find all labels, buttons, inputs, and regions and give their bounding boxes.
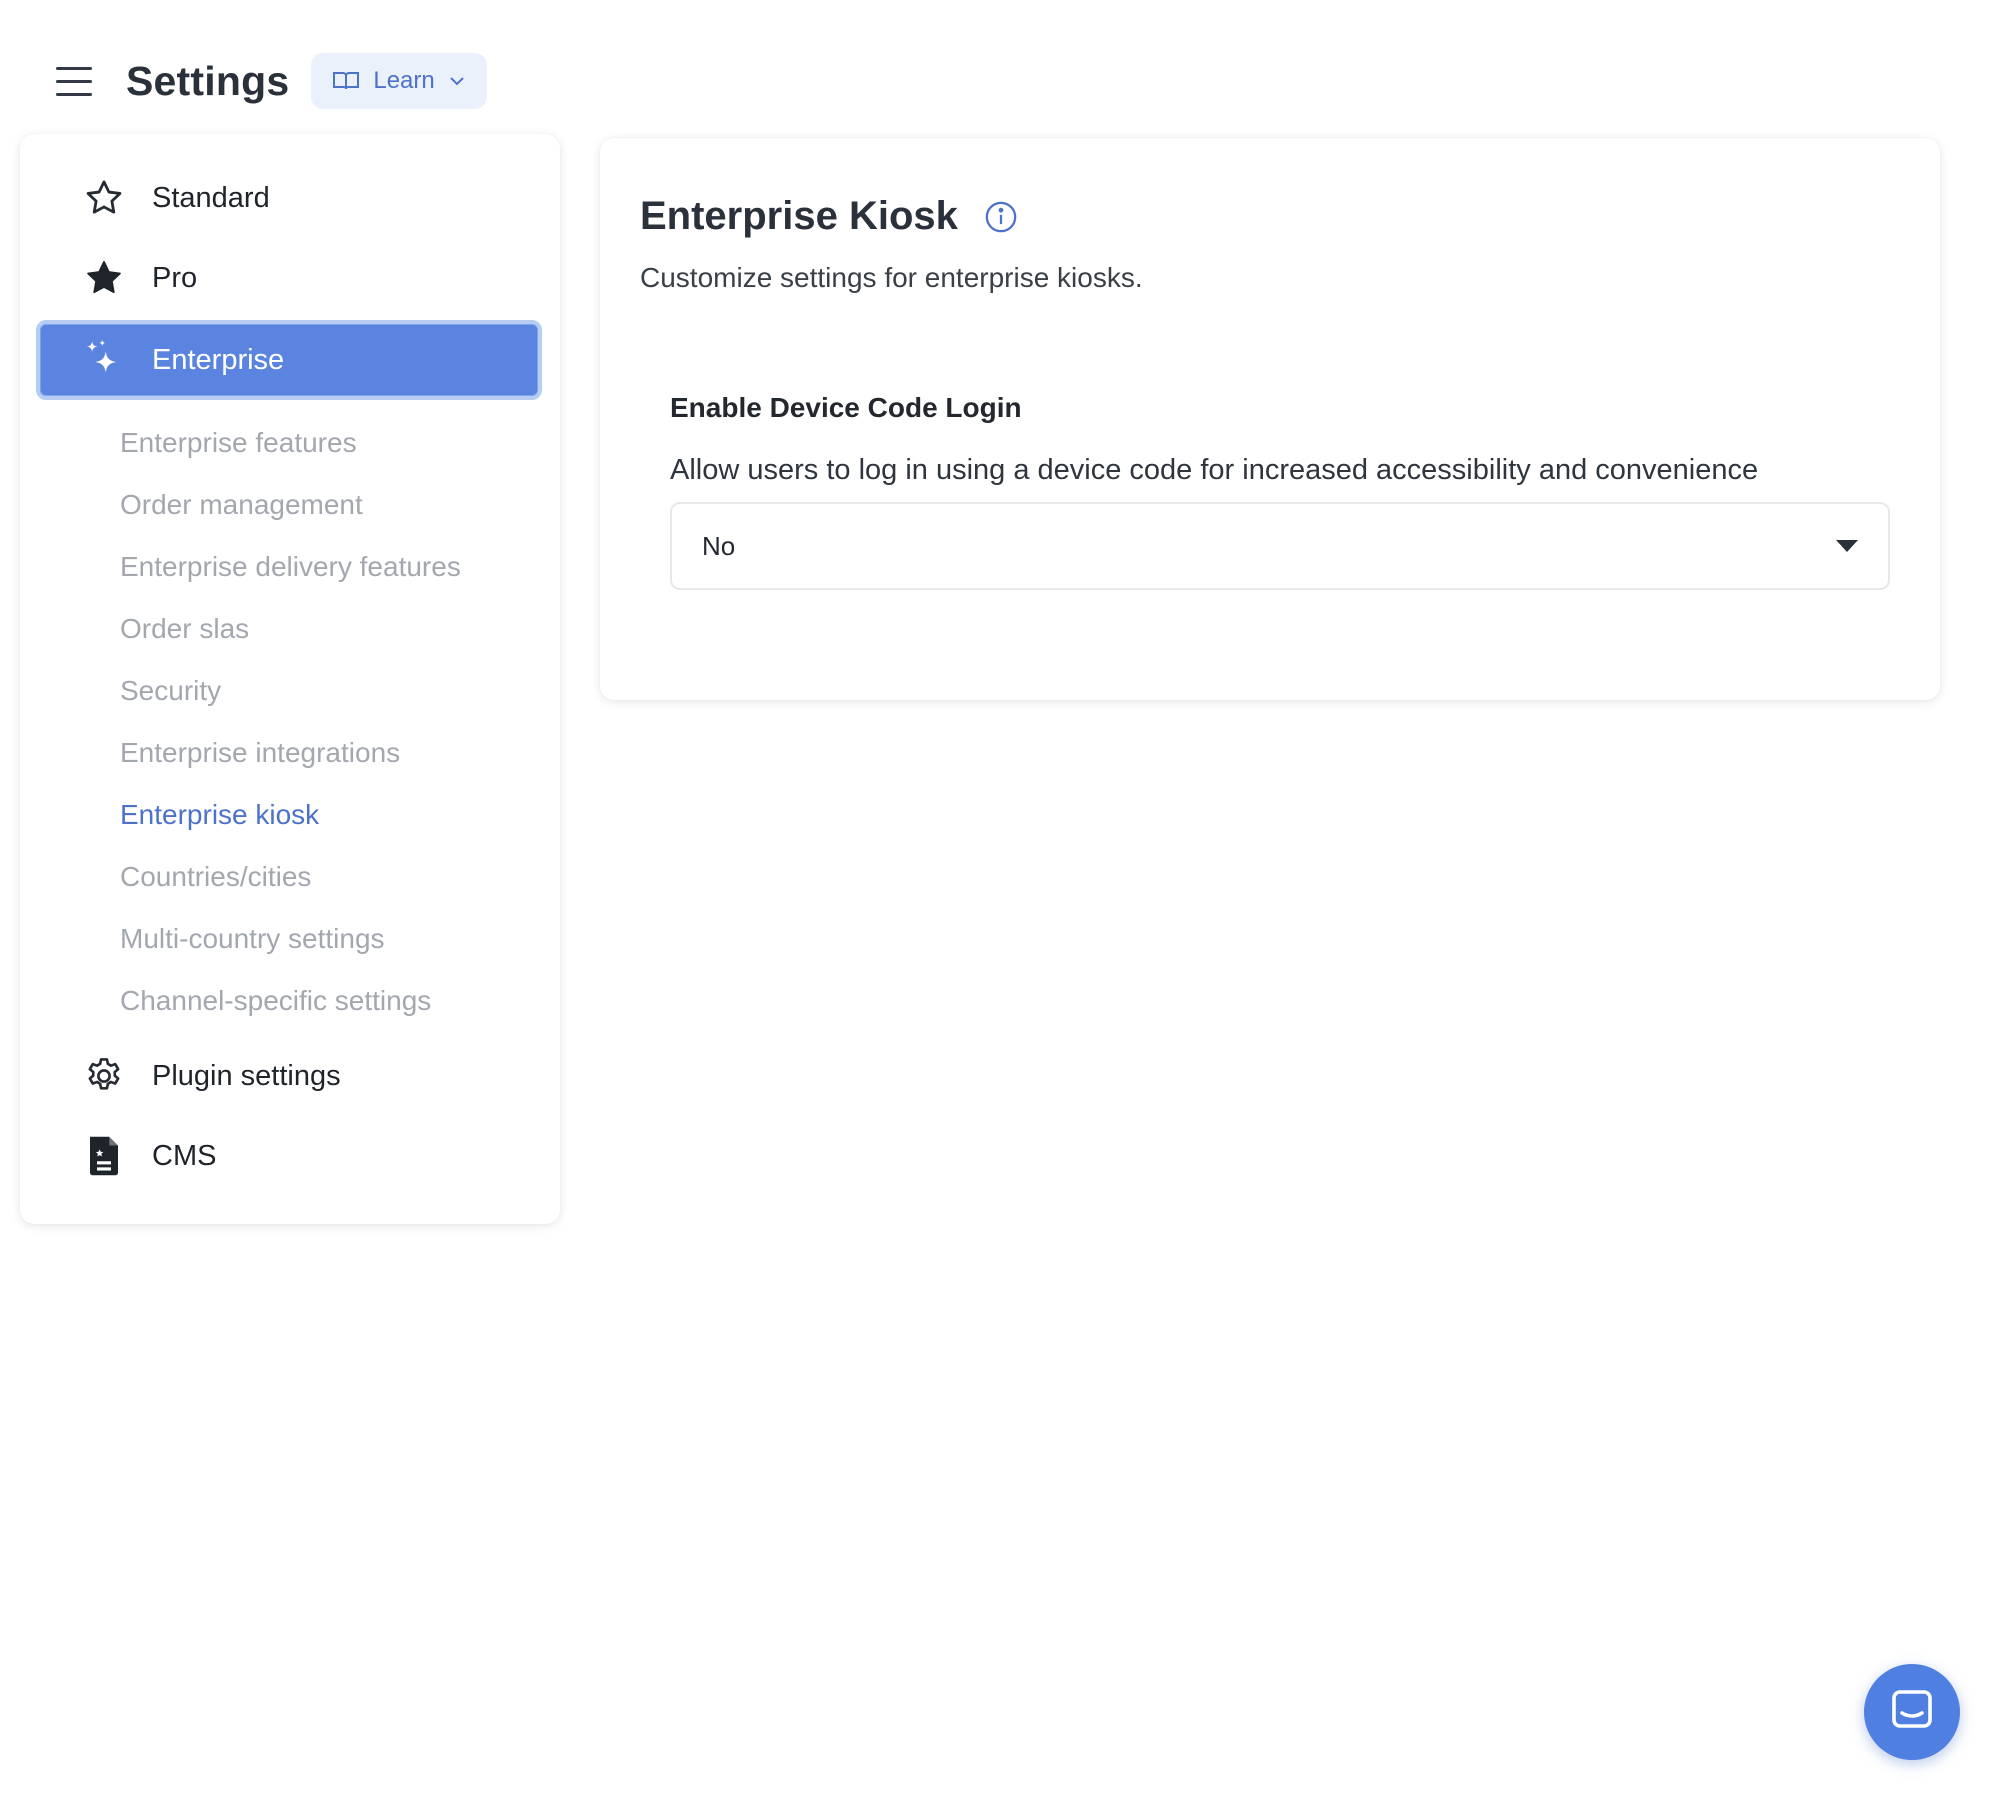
device-code-login-label: Enable Device Code Login	[670, 392, 1022, 423]
chat-launcher-button[interactable]	[1864, 1664, 1960, 1760]
learn-label: Learn	[373, 67, 435, 94]
enterprise-kiosk-card: Enterprise Kiosk Customize settings for …	[600, 138, 1940, 700]
sub-item-multi-country-settings[interactable]: Multi-country settings	[120, 908, 540, 970]
sidebar-item-enterprise[interactable]: Enterprise	[36, 320, 542, 400]
settings-sidebar: Standard Pro Enterprise Enterprise featu…	[20, 134, 560, 1224]
page-title: Settings	[126, 57, 290, 104]
chat-icon	[1888, 1686, 1936, 1739]
chevron-down-icon	[449, 76, 465, 86]
sidebar-item-cms[interactable]: CMS	[36, 1120, 542, 1192]
sub-item-channel-specific-settings[interactable]: Channel-specific settings	[120, 970, 540, 1032]
learn-button[interactable]: Learn	[311, 53, 487, 109]
enterprise-sub-menu: Enterprise features Order management Ent…	[120, 412, 540, 1032]
card-subtitle: Customize settings for enterprise kiosks…	[640, 262, 1143, 293]
select-value: No	[702, 530, 736, 561]
card-title: Enterprise Kiosk	[640, 194, 958, 238]
sidebar-item-pro[interactable]: Pro	[36, 242, 542, 314]
device-code-login-select[interactable]: No	[670, 502, 1890, 590]
sub-item-enterprise-features[interactable]: Enterprise features	[120, 412, 540, 474]
device-code-login-description: Allow users to log in using a device cod…	[670, 454, 1759, 486]
info-icon[interactable]	[984, 200, 1018, 234]
gear-icon	[82, 1054, 126, 1098]
hamburger-menu-icon[interactable]	[56, 63, 92, 99]
sub-item-countries-cities[interactable]: Countries/cities	[120, 846, 540, 908]
header: Settings Learn	[56, 52, 487, 110]
sidebar-item-label: Enterprise	[152, 343, 285, 376]
sidebar-item-label: Plugin settings	[152, 1059, 341, 1092]
sidebar-item-label: Pro	[152, 261, 198, 294]
sub-item-enterprise-kiosk[interactable]: Enterprise kiosk	[120, 784, 540, 846]
sub-item-security[interactable]: Security	[120, 660, 540, 722]
sub-item-enterprise-integrations[interactable]: Enterprise integrations	[120, 722, 540, 784]
star-filled-icon	[82, 256, 126, 300]
caret-down-icon	[1836, 540, 1858, 552]
sub-item-order-slas[interactable]: Order slas	[120, 598, 540, 660]
document-icon	[82, 1134, 126, 1178]
sparkles-icon	[82, 338, 126, 382]
sidebar-item-label: Standard	[152, 181, 270, 214]
sub-item-order-management[interactable]: Order management	[120, 474, 540, 536]
sub-item-enterprise-delivery-features[interactable]: Enterprise delivery features	[120, 536, 540, 598]
sidebar-item-label: CMS	[152, 1139, 217, 1172]
card-header: Enterprise Kiosk	[640, 194, 1018, 239]
sidebar-item-standard[interactable]: Standard	[36, 162, 542, 234]
sidebar-item-plugin-settings[interactable]: Plugin settings	[36, 1040, 542, 1112]
star-outline-icon	[82, 176, 126, 220]
settings-page: Settings Learn Standard Pro Enterprise E…	[0, 0, 2000, 1800]
book-icon	[333, 71, 360, 91]
